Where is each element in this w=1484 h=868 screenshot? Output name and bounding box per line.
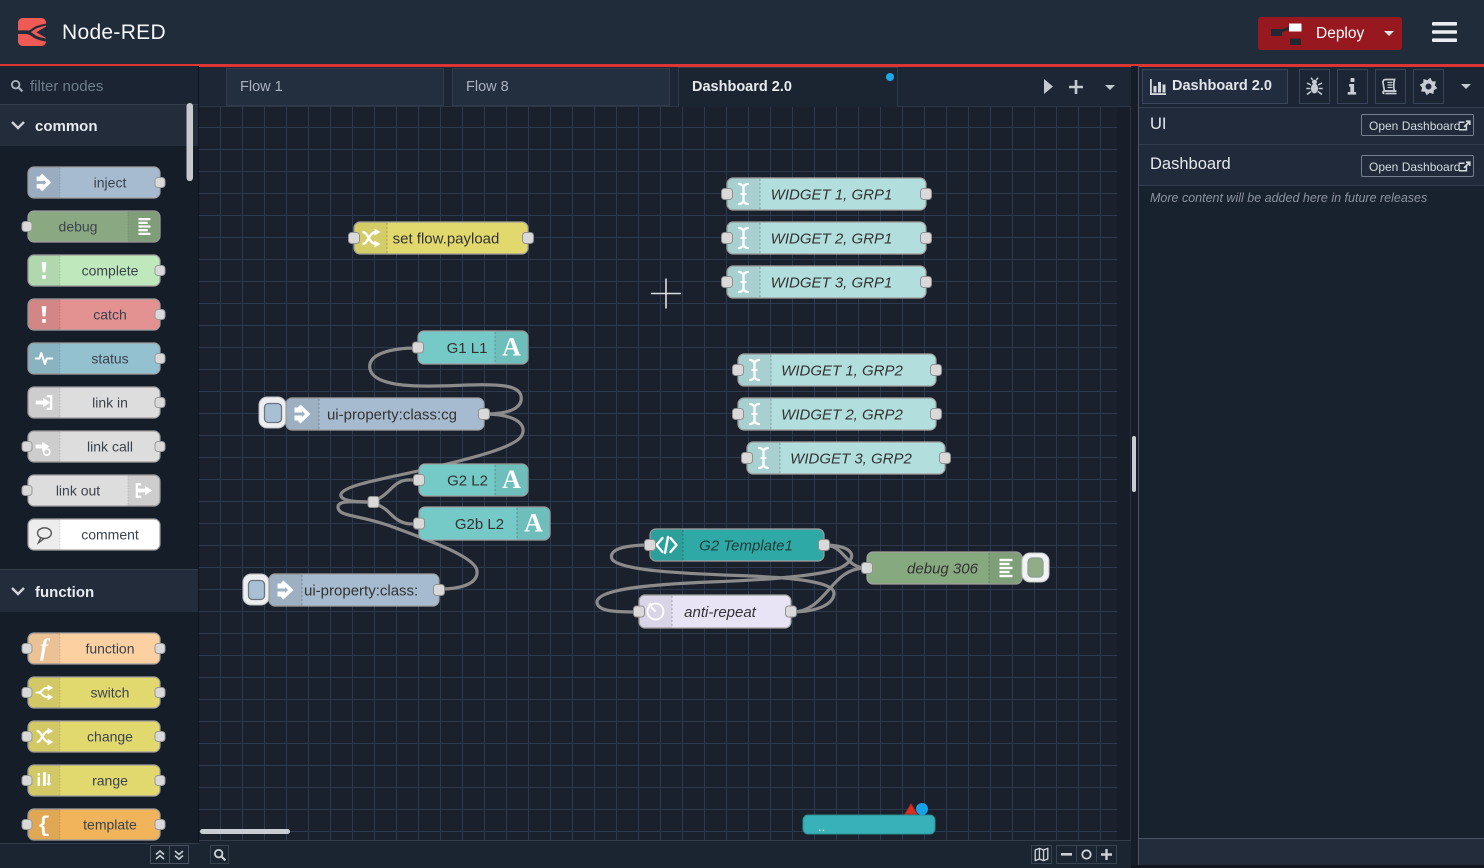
svg-text:A: A: [502, 333, 521, 362]
svg-text:function: function: [85, 641, 134, 657]
svg-text:status: status: [91, 351, 128, 367]
svg-text:WIDGET 3, GRP2: WIDGET 3, GRP2: [790, 450, 912, 467]
svg-text:WIDGET 1, GRP1: WIDGET 1, GRP1: [771, 186, 893, 203]
svg-text:switch: switch: [91, 685, 130, 701]
svg-text:ui-property:class:cg: ui-property:class:cg: [327, 406, 457, 423]
svg-text:WIDGET 2, GRP1: WIDGET 2, GRP1: [771, 230, 893, 247]
svg-text:WIDGET 3, GRP1: WIDGET 3, GRP1: [771, 274, 893, 291]
svg-text:ui-property:class:: ui-property:class:: [304, 582, 418, 599]
svg-text:link in: link in: [92, 395, 128, 411]
svg-text:filter nodes: filter nodes: [30, 78, 103, 95]
svg-text:{: {: [37, 814, 50, 839]
svg-text:debug 306: debug 306: [907, 560, 979, 577]
svg-text:G2 L2: G2 L2: [447, 472, 488, 489]
svg-text:change: change: [87, 729, 133, 745]
svg-text:G2 Template1: G2 Template1: [699, 537, 793, 554]
svg-text:set flow.payload: set flow.payload: [393, 230, 500, 247]
svg-text:G2b L2: G2b L2: [455, 516, 504, 533]
svg-text:WIDGET 2, GRP2: WIDGET 2, GRP2: [781, 406, 903, 423]
svg-text:catch: catch: [93, 307, 126, 323]
svg-text:link out: link out: [56, 483, 100, 499]
svg-text:G1 L1: G1 L1: [447, 340, 488, 357]
svg-text:comment: comment: [81, 527, 139, 543]
svg-text:debug: debug: [59, 219, 98, 235]
svg-text:anti-repeat: anti-repeat: [684, 604, 757, 621]
svg-text:function: function: [35, 584, 94, 601]
svg-text:A: A: [502, 465, 521, 494]
svg-text:template: template: [83, 817, 137, 833]
svg-text:common: common: [35, 118, 98, 135]
svg-text:..: ..: [818, 819, 825, 834]
svg-text:inject: inject: [94, 175, 127, 191]
svg-text:complete: complete: [82, 263, 139, 279]
svg-text:WIDGET 1, GRP2: WIDGET 1, GRP2: [781, 362, 903, 379]
svg-text:range: range: [92, 773, 128, 789]
svg-text:link call: link call: [87, 439, 133, 455]
svg-text:A: A: [524, 509, 543, 538]
